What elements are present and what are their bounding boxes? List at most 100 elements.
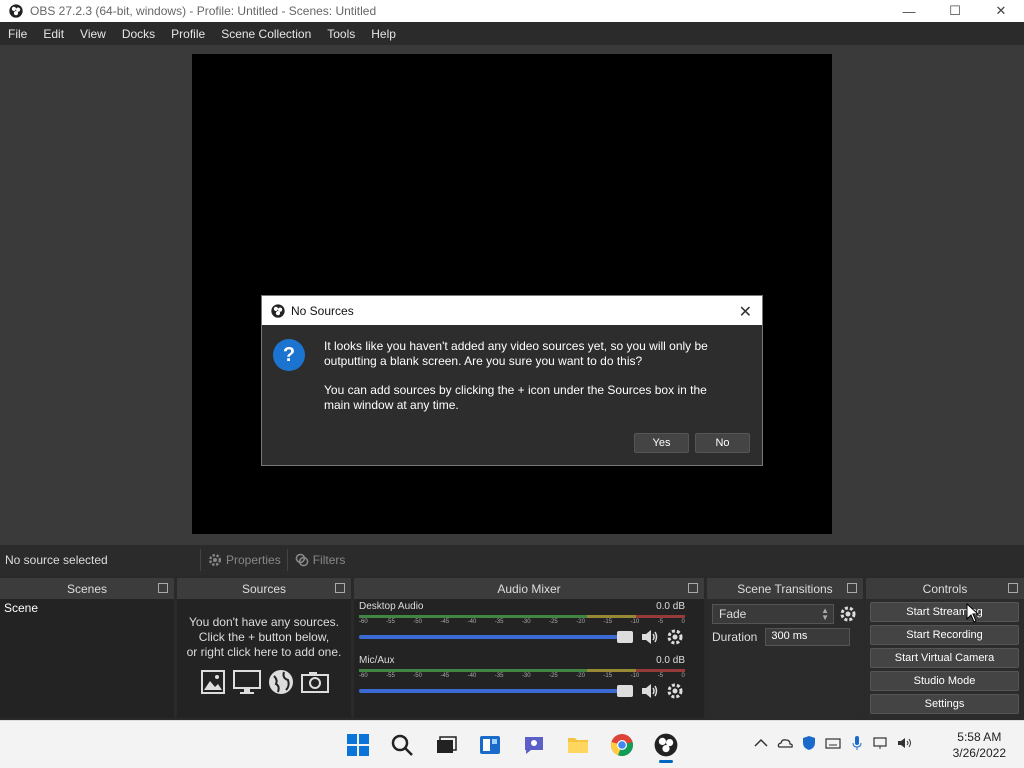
controls-title: Controls [922, 581, 968, 596]
meter-ticks: -60 -55 -50 -45 -40 -35 -30 -25 -20 -15 -10 -5 0 [359, 619, 685, 625]
network-icon[interactable] [872, 734, 890, 752]
chrome-button[interactable] [607, 729, 637, 761]
camera-icon [301, 672, 329, 693]
task-view-button[interactable] [431, 729, 461, 761]
maximize-button[interactable]: ☐ [932, 0, 978, 22]
mixer-body: Desktop Audio 0.0 dB -60 -55 -50 -45 -40 -35-… [354, 599, 704, 718]
menu-tools[interactable]: Tools [319, 27, 363, 41]
source-toolbar: No source selected Properties Filters [0, 545, 1024, 575]
active-indicator [659, 760, 673, 763]
onedrive-icon[interactable] [776, 734, 794, 752]
start-streaming-button[interactable]: Start Streaming [870, 602, 1019, 622]
volume-slider[interactable] [359, 685, 633, 697]
globe-icon [269, 670, 293, 694]
sources-empty-line3: or right click here to add one. [186, 645, 342, 659]
no-button[interactable]: No [695, 433, 750, 453]
channel-level: 0.0 dB [656, 601, 685, 612]
dialog-close-button[interactable]: ✕ [739, 302, 752, 322]
float-icon[interactable] [335, 583, 345, 593]
minimize-button[interactable]: — [886, 0, 932, 22]
controls-body: Start Streaming Start Recording Start Vi… [866, 602, 1024, 721]
obs-taskbar-button[interactable] [651, 729, 681, 763]
title-bar: OBS 27.2.3 (64-bit, windows) - Profile: … [0, 0, 1024, 22]
scenes-title: Scenes [66, 581, 108, 596]
close-button[interactable]: ✕ [978, 0, 1024, 22]
float-icon[interactable] [1008, 583, 1018, 593]
transition-value: Fade [719, 607, 747, 621]
start-button[interactable] [343, 729, 373, 761]
chevron-up-icon[interactable] [752, 734, 770, 752]
chat-icon [525, 737, 543, 754]
float-icon[interactable] [847, 583, 857, 593]
volume-slider[interactable] [359, 631, 633, 643]
chevron-updown-icon: ▲ ▼ [821, 606, 829, 622]
speaker-icon[interactable] [639, 681, 659, 701]
properties-label: Properties [226, 553, 281, 567]
scenes-list: Scene [0, 599, 174, 718]
menu-profile[interactable]: Profile [163, 27, 213, 41]
file-explorer-button[interactable] [563, 729, 593, 761]
float-icon[interactable] [688, 583, 698, 593]
dialog-title: No Sources [291, 303, 354, 318]
search-button[interactable] [387, 729, 417, 761]
audio-mixer-dock: Audio Mixer Desktop Audio 0.0 dB -60 -55-… [354, 578, 704, 718]
image-icon [201, 670, 225, 694]
meter-ticks: -60 -55 -50 -45 -40 -35 -30 -25 -20 -15 -10 -5 0 [359, 673, 685, 679]
gear-icon[interactable] [838, 604, 858, 624]
speaker-icon[interactable] [639, 627, 659, 647]
controls-header: Controls [866, 578, 1024, 599]
sources-dock: Sources You don't have any sources. Clic… [177, 578, 351, 718]
keyboard-icon[interactable] [824, 734, 842, 752]
volume-meter [359, 669, 685, 672]
float-icon[interactable] [158, 583, 168, 593]
settings-button[interactable]: Settings [870, 694, 1019, 714]
transitions-title: Scene Transitions [737, 581, 833, 596]
microphone-icon[interactable] [848, 734, 866, 752]
menu-help[interactable]: Help [363, 27, 404, 41]
widgets-button[interactable] [475, 729, 505, 761]
filters-label: Filters [312, 553, 346, 567]
menu-edit[interactable]: Edit [35, 27, 72, 41]
filters-button[interactable]: Filters [286, 549, 352, 571]
menu-view[interactable]: View [72, 27, 114, 41]
widgets-icon [480, 736, 500, 754]
chat-button[interactable] [519, 729, 549, 761]
monitor-icon [233, 670, 261, 694]
start-recording-button[interactable]: Start Recording [870, 625, 1019, 645]
channel-name: Desktop Audio [359, 601, 424, 612]
duration-spinbox[interactable]: 300 ms [765, 628, 851, 646]
slider-handle[interactable] [617, 631, 633, 643]
mixer-title: Audio Mixer [497, 581, 561, 596]
studio-mode-button[interactable]: Studio Mode [870, 671, 1019, 691]
sources-list[interactable]: You don't have any sources. Click the + … [177, 599, 351, 718]
duration-label: Duration [712, 630, 758, 644]
properties-button[interactable]: Properties [200, 549, 287, 571]
menu-scene-collection[interactable]: Scene Collection [213, 27, 319, 41]
gear-icon[interactable] [665, 681, 685, 701]
transition-select[interactable]: Fade ▲ ▼ [712, 604, 834, 624]
sources-empty-line1: You don't have any sources. [189, 615, 339, 629]
start-virtual-camera-button[interactable]: Start Virtual Camera [870, 648, 1019, 668]
gear-icon[interactable] [665, 627, 685, 647]
mouse-cursor-icon [966, 603, 980, 623]
yes-button[interactable]: Yes [634, 433, 689, 453]
volume-meter [359, 615, 685, 618]
search-icon [391, 734, 413, 756]
menu-bar: File Edit View Docks Profile Scene Colle… [0, 22, 1024, 45]
system-tray [752, 734, 914, 752]
slider-handle[interactable] [617, 685, 633, 697]
volume-icon[interactable] [896, 734, 914, 752]
menu-file[interactable]: File [0, 27, 35, 41]
channel-level: 0.0 dB [656, 655, 685, 666]
sources-empty-line2: Click the + button below, [198, 630, 330, 644]
transitions-dock: Scene Transitions Fade ▲ ▼ Duration 300 m… [707, 578, 863, 718]
security-icon[interactable] [800, 734, 818, 752]
menu-docks[interactable]: Docks [114, 27, 163, 41]
obs-logo-icon [271, 303, 285, 318]
scene-item[interactable]: Scene [0, 599, 174, 617]
dialog-titlebar: No Sources ✕ [262, 296, 762, 325]
sources-header: Sources [177, 578, 351, 599]
clock-date: 3/26/2022 [952, 746, 1006, 760]
clock[interactable]: 5:58 AM 3/26/2022 [953, 729, 1006, 761]
controls-dock: Controls Start Streaming Start Recording… [866, 578, 1024, 721]
